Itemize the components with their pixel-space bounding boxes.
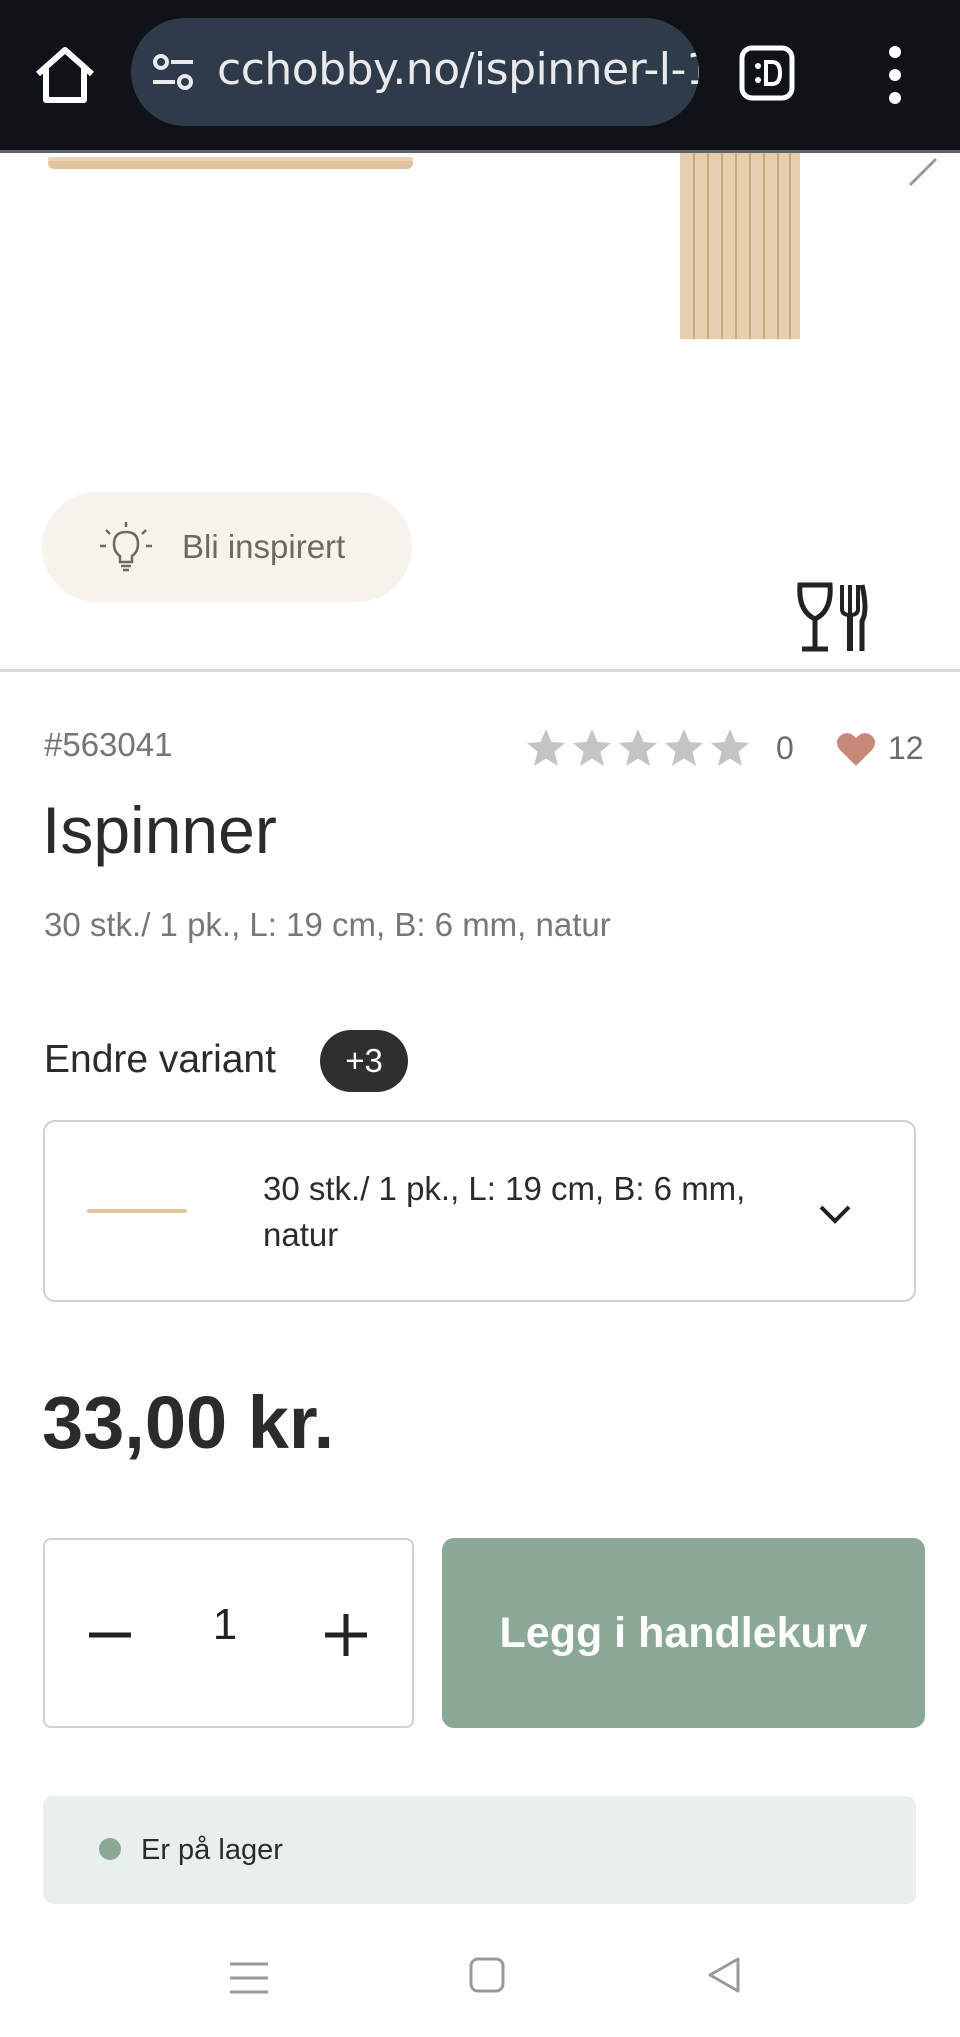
food-safe-icon bbox=[797, 582, 868, 652]
product-title: Ispinner bbox=[42, 793, 277, 867]
quantity-value[interactable]: 1 bbox=[195, 1600, 255, 1650]
add-to-cart-button[interactable]: Legg i handlekurv bbox=[442, 1538, 925, 1728]
favorites-count: 12 bbox=[888, 730, 924, 766]
heart-icon[interactable] bbox=[836, 730, 876, 768]
more-vert-icon[interactable] bbox=[870, 44, 920, 106]
quantity-stepper: 1 bbox=[43, 1538, 414, 1728]
chevron-down-icon bbox=[819, 1205, 851, 1224]
variant-thumbnail bbox=[87, 1209, 187, 1213]
back-icon[interactable] bbox=[706, 1955, 742, 1995]
url-text[interactable]: cchobby.no/ispinner-l-1 bbox=[217, 44, 699, 95]
star-icon bbox=[711, 729, 749, 766]
stock-status: Er på lager bbox=[43, 1796, 916, 1904]
home-nav-icon[interactable] bbox=[468, 1956, 506, 1994]
minus-icon[interactable] bbox=[85, 1610, 135, 1660]
variant-selected-text: 30 stk./ 1 pk., L: 19 cm, B: 6 mm, natur bbox=[263, 1170, 746, 1253]
plus-icon[interactable] bbox=[321, 1610, 371, 1660]
inspire-label: Bli inspirert bbox=[182, 528, 346, 565]
product-subtitle: 30 stk./ 1 pk., L: 19 cm, B: 6 mm, natur bbox=[44, 906, 611, 943]
stock-dot bbox=[99, 1838, 121, 1860]
star-icon bbox=[619, 729, 657, 766]
inspire-button[interactable]: Bli inspirert bbox=[42, 492, 412, 602]
address-bar[interactable]: cchobby.no/ispinner-l-1 bbox=[131, 18, 699, 126]
star-icon bbox=[527, 729, 565, 766]
site-settings-icon[interactable] bbox=[149, 48, 197, 96]
variant-count-badge[interactable]: +3 bbox=[320, 1030, 408, 1092]
variant-select[interactable]: 30 stk./ 1 pk., L: 19 cm, B: 6 mm, natur bbox=[43, 1120, 916, 1302]
star-icon bbox=[665, 729, 703, 766]
home-icon[interactable] bbox=[30, 40, 100, 110]
product-image-stick bbox=[48, 157, 413, 169]
extension-icon[interactable] bbox=[738, 44, 796, 102]
browser-toolbar: cchobby.no/ispinner-l-1 bbox=[0, 0, 960, 153]
rating-stars[interactable] bbox=[524, 726, 752, 770]
product-image-bundle bbox=[680, 153, 800, 339]
lightbulb-icon bbox=[100, 522, 152, 572]
section-divider bbox=[0, 669, 960, 672]
recents-icon[interactable] bbox=[228, 1960, 270, 1996]
star-icon bbox=[573, 729, 611, 766]
variant-label: Endre variant bbox=[44, 1038, 276, 1081]
rating-count: 0 bbox=[776, 730, 794, 766]
stock-status-text: Er på lager bbox=[141, 1834, 283, 1866]
product-price: 33,00 kr. bbox=[42, 1381, 335, 1464]
next-arrow-icon[interactable] bbox=[900, 153, 960, 193]
product-sku: #563041 bbox=[44, 726, 173, 763]
